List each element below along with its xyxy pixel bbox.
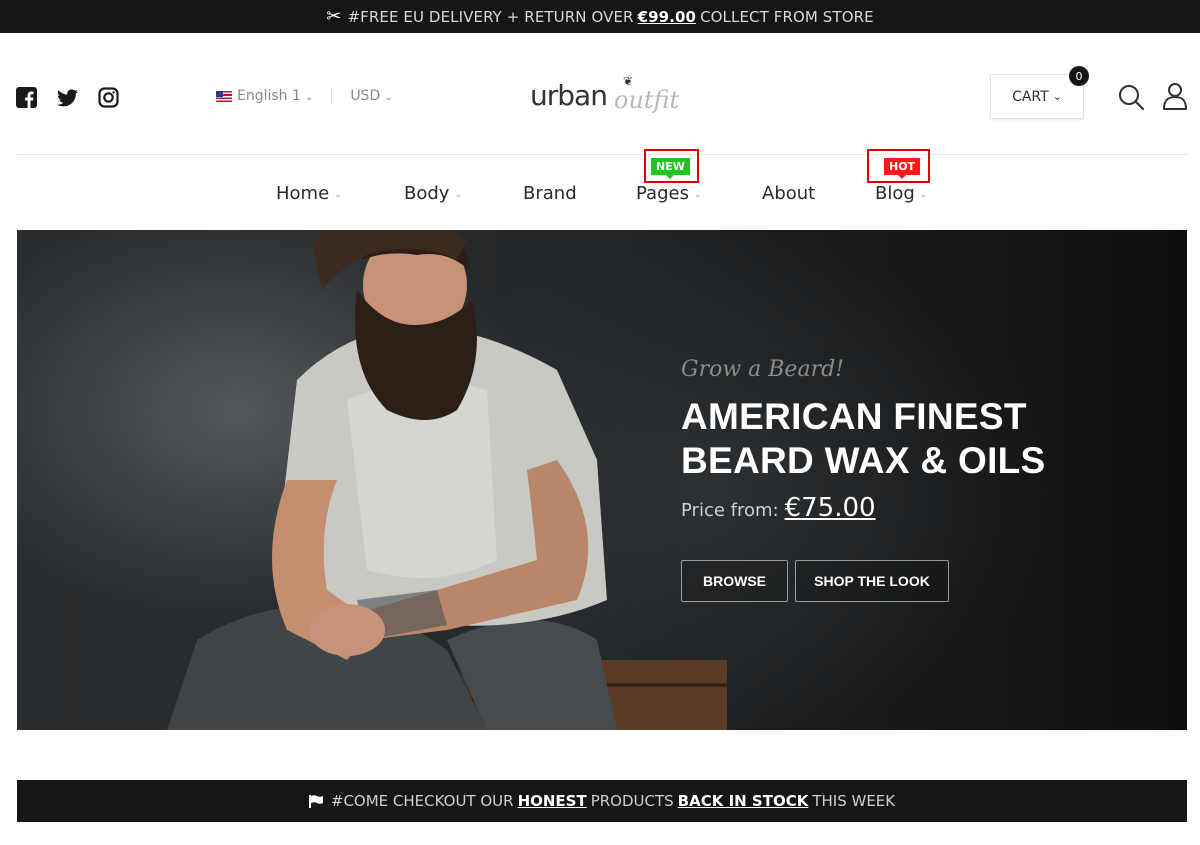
currency-label: USD [350, 88, 381, 104]
back-in-stock-link[interactable]: BACK IN STOCK [678, 792, 809, 810]
price-amount-link[interactable]: €75.00 [785, 493, 876, 523]
locale-selectors: English 1 ⌄ USD ⌄ [216, 88, 393, 104]
nav-item-brand[interactable]: Brand [523, 183, 577, 204]
promo-text-start: #FREE EU DELIVERY + RETURN OVER [347, 7, 634, 26]
nav-item-home[interactable]: Home ⌄ [276, 183, 342, 204]
chevron-down-icon: ⌄ [334, 189, 342, 200]
divider [331, 88, 333, 104]
chevron-down-icon: ⌄ [693, 189, 702, 200]
hero-price: Price from: €75.00 [681, 493, 876, 523]
chevron-down-icon: ⌄ [919, 189, 928, 200]
social-links [16, 87, 119, 108]
announcement-text-3: THIS WEEK [812, 792, 896, 810]
price-label: Price from: [681, 500, 779, 521]
promo-bar: ✂ #FREE EU DELIVERY + RETURN OVER €99.00… [0, 0, 1200, 33]
search-icon[interactable] [1118, 84, 1145, 111]
promo-text-end: COLLECT FROM STORE [700, 7, 874, 26]
cart-label: CART [1012, 88, 1049, 105]
announcement-bar: #COME CHECKOUT OUR HONEST PRODUCTS BACK … [17, 780, 1187, 822]
nav-item-blog[interactable]: Blog ⌄ [875, 183, 927, 204]
hero-title-line-2: BEARD WAX & OILS [681, 440, 1046, 481]
instagram-icon[interactable] [98, 87, 119, 108]
chevron-down-icon: ⌄ [384, 92, 393, 103]
site-logo[interactable]: urban ❦ outfit [530, 74, 679, 116]
facebook-icon[interactable] [16, 87, 37, 108]
currency-select[interactable]: USD ⌄ [350, 88, 392, 104]
hero-title: AMERICAN FINEST BEARD WAX & OILS [681, 395, 1141, 483]
promo-threshold-link[interactable]: €99.00 [638, 8, 696, 26]
chevron-down-icon: ⌄ [304, 92, 314, 103]
chevron-down-icon: ⌄ [454, 189, 462, 200]
language-select[interactable]: English 1 ⌄ [237, 88, 313, 104]
nav-label: About [762, 183, 816, 204]
nav-label: Pages [636, 183, 689, 204]
nav-item-about[interactable]: About [762, 183, 815, 204]
nav-label: Brand [523, 183, 577, 204]
site-header: English 1 ⌄ USD ⌄ urban ❦ outfit CART ⌄ 0 [0, 33, 1200, 155]
nav-item-pages[interactable]: Pages ⌄ [636, 183, 702, 204]
browse-button[interactable]: BROWSE [681, 560, 788, 602]
logo-text-outfit: outfit [614, 86, 680, 114]
twitter-icon[interactable] [57, 88, 78, 107]
announcement-text-2: PRODUCTS [590, 792, 674, 810]
hero-banner[interactable]: Grow a Beard! AMERICAN FINEST BEARD WAX … [17, 230, 1187, 730]
honest-link[interactable]: HONEST [518, 792, 587, 810]
shop-the-look-button[interactable]: SHOP THE LOOK [795, 560, 949, 602]
hero-script-tagline: Grow a Beard! [681, 357, 845, 382]
user-icon[interactable] [1162, 82, 1188, 110]
cart-count-badge: 0 [1069, 66, 1089, 86]
us-flag-icon [216, 90, 232, 102]
nav-label: Home [276, 183, 330, 204]
announcement-text-1: #COME CHECKOUT OUR [330, 792, 514, 810]
main-nav: Home ⌄ Body ⌄ Brand Pages ⌄ About Blog ⌄ [0, 155, 1200, 230]
language-label: English 1 [237, 88, 301, 104]
chevron-down-icon: ⌄ [1052, 90, 1062, 103]
nav-label: Body [404, 183, 450, 204]
flag-icon [308, 794, 323, 808]
scissors-icon: ✂ [326, 6, 342, 27]
hero-title-line-1: AMERICAN FINEST [681, 396, 1027, 437]
nav-item-body[interactable]: Body ⌄ [404, 183, 462, 204]
logo-text-urban: urban [530, 79, 608, 112]
nav-label: Blog [875, 183, 915, 204]
